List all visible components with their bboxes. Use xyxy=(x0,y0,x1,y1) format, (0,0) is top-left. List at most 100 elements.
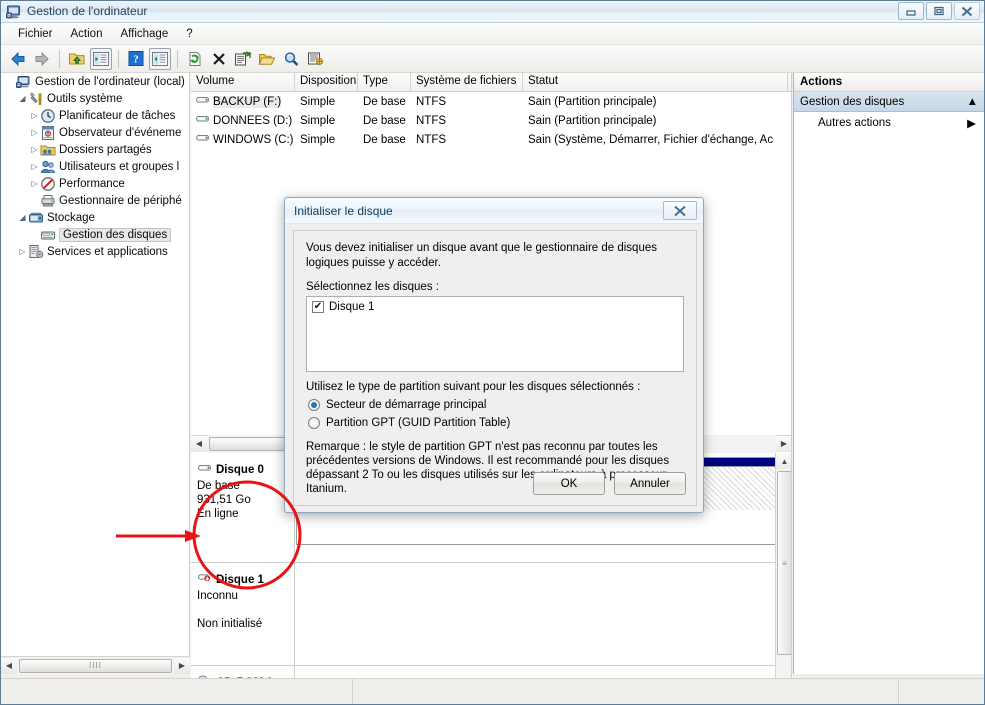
scroll-left-arrow[interactable]: ◀ xyxy=(191,435,207,452)
dialog-select-label: Sélectionnez les disques : xyxy=(306,281,439,293)
minimize-button[interactable] xyxy=(898,2,924,20)
show-action-pane-icon[interactable] xyxy=(149,47,171,70)
disk-info[interactable]: Disque 1 Inconnu Non initialisé xyxy=(191,563,295,665)
disk-info[interactable]: Disque 0 De base 931,51 Go En ligne xyxy=(191,453,295,562)
menu-action[interactable]: Action xyxy=(62,26,112,42)
actions-item-autres-actions[interactable]: Autres actions ▶ xyxy=(794,112,984,134)
tree-item-gestion-de-l-ordinateur-local[interactable]: Gestion de l'ordinateur (local) xyxy=(1,73,189,90)
forward-arrow-icon[interactable] xyxy=(31,48,53,70)
refresh-icon[interactable] xyxy=(184,48,206,70)
dialog-close-button[interactable] xyxy=(663,201,697,220)
actions-group-label: Gestion des disques xyxy=(800,95,905,108)
help-icon[interactable]: ? xyxy=(125,48,147,70)
volume-status: Sain (Système, Démarrer, Fichier d'échan… xyxy=(528,133,774,146)
volume-column-header[interactable]: Statut xyxy=(523,73,788,92)
disk-row[interactable]: Disque 1 Inconnu Non initialisé xyxy=(191,563,775,666)
tree-item-label: Planificateur de tâches xyxy=(59,109,176,122)
initialize-disk-dialog[interactable]: Initialiser le disque Vous devez initial… xyxy=(284,197,704,513)
actions-group-disk-management[interactable]: Gestion des disques ▲ xyxy=(794,92,984,112)
volume-disposition: Simple xyxy=(300,133,336,146)
tree-item-services-et-applications[interactable]: ▷ Services et applications xyxy=(1,243,189,260)
disk-checkbox[interactable]: ✔ xyxy=(312,301,324,313)
volume-column-header[interactable]: Type xyxy=(358,73,411,92)
scroll-right-arrow[interactable]: ▶ xyxy=(174,657,190,674)
volume-row[interactable]: BACKUP (F:) Simple De base NTFS Sain (Pa… xyxy=(191,92,791,111)
tree-item-dossiers-partag-s[interactable]: ▷ Dossiers partagés xyxy=(1,141,189,158)
tree-item-utilisateurs-et-groupes-l[interactable]: ▷ Utilisateurs et groupes l xyxy=(1,158,189,175)
scroll-track[interactable]: IIII xyxy=(17,656,174,675)
twisty-collapsed-icon[interactable]: ▷ xyxy=(17,243,28,260)
window-controls xyxy=(898,2,980,20)
disk-line-2: 931,51 Go xyxy=(197,494,251,506)
properties-icon[interactable] xyxy=(232,48,254,70)
partition-area[interactable] xyxy=(296,666,775,678)
twisty-collapsed-icon[interactable]: ▷ xyxy=(29,141,40,158)
tree-item-gestionnaire-de-p-riph[interactable]: Gestionnaire de périphé xyxy=(1,192,189,209)
cancel-button[interactable]: Annuler xyxy=(614,472,686,495)
radio-mbr[interactable]: Secteur de démarrage principal xyxy=(308,396,684,414)
volume-column-header[interactable]: Système de fichiers xyxy=(411,73,523,92)
tree-item-outils-syst-me[interactable]: ◢ Outils système xyxy=(1,90,189,107)
scroll-right-arrow[interactable]: ▶ xyxy=(776,435,791,452)
volume-column-header[interactable]: Disposition xyxy=(295,73,358,92)
show-hide-tree-icon[interactable] xyxy=(90,47,112,70)
scroll-thumb[interactable] xyxy=(209,436,291,451)
volume-row[interactable]: WINDOWS (C:) Simple De base NTFS Sain (S… xyxy=(191,130,791,149)
scroll-thumb[interactable]: ≡ xyxy=(777,471,791,655)
graph-vertical-scrollbar[interactable]: ▲ ≡ ▼ xyxy=(775,453,791,678)
tree-item-performance[interactable]: ▷ Performance xyxy=(1,175,189,192)
rescan-disks-icon[interactable] xyxy=(280,48,302,70)
twisty-collapsed-icon[interactable]: ▷ xyxy=(29,175,40,192)
partition-area[interactable] xyxy=(296,563,775,665)
tree-item-label: Gestion de l'ordinateur (local) xyxy=(35,75,185,88)
chevron-up-icon[interactable]: ▲ xyxy=(967,96,978,108)
volume-column-header[interactable]: Volume xyxy=(191,73,295,92)
disk-name: Disque 1 xyxy=(216,573,264,586)
ok-button[interactable]: OK xyxy=(533,472,605,495)
up-folder-icon[interactable] xyxy=(66,48,88,70)
chevron-right-icon[interactable]: ▶ xyxy=(967,116,984,130)
radio-mbr-button[interactable] xyxy=(308,399,320,411)
menu-aide[interactable]: ? xyxy=(177,26,201,42)
tree-item-stockage[interactable]: ◢ Stockage xyxy=(1,209,189,226)
volume-row[interactable]: DONNEES (D:) Simple De base NTFS Sain (P… xyxy=(191,111,791,130)
tree-horizontal-scrollbar[interactable]: ◀ IIII ▶ xyxy=(1,656,190,675)
tree-item-observateur-d-v-neme[interactable]: ▷ Observateur d'événeme xyxy=(1,124,189,141)
tree-item-planificateur-de-t-ches[interactable]: ▷ Planificateur de tâches xyxy=(1,107,189,124)
volume-list-rows[interactable]: BACKUP (F:) Simple De base NTFS Sain (Pa… xyxy=(191,92,791,149)
volume-name: BACKUP (F:) xyxy=(213,95,282,108)
scroll-left-arrow[interactable]: ◀ xyxy=(1,657,17,674)
tree-item-gestion-des-disques[interactable]: Gestion des disques xyxy=(1,226,189,243)
menu-fichier[interactable]: Fichier xyxy=(9,26,62,42)
create-vhd-icon[interactable] xyxy=(304,48,326,70)
radio-gpt-button[interactable] xyxy=(308,417,320,429)
disk-info[interactable]: CD-ROM 0 DVD (E:) Aucun média xyxy=(191,666,295,678)
computer-management-window: Gestion de l'ordinateur Fichier Action A… xyxy=(0,0,985,705)
twisty-expanded-icon[interactable]: ◢ xyxy=(17,209,28,226)
twisty-collapsed-icon[interactable]: ▷ xyxy=(29,158,40,175)
task-scheduler-icon xyxy=(40,108,56,124)
open-folder-icon[interactable] xyxy=(256,48,278,70)
scroll-thumb[interactable]: IIII xyxy=(19,658,172,673)
radio-gpt[interactable]: Partition GPT (GUID Partition Table) xyxy=(308,414,684,432)
hard-disk-icon xyxy=(197,461,213,478)
twisty-collapsed-icon[interactable]: ▷ xyxy=(29,124,40,141)
disk-row[interactable]: CD-ROM 0 DVD (E:) Aucun média xyxy=(191,666,775,678)
close-button[interactable] xyxy=(954,2,980,20)
volume-type: De base xyxy=(363,95,406,108)
back-arrow-icon[interactable] xyxy=(7,48,29,70)
disk-selection-listbox[interactable]: ✔ Disque 1 xyxy=(306,296,684,372)
twisty-collapsed-icon[interactable]: ▷ xyxy=(29,107,40,124)
twisty-expanded-icon[interactable]: ◢ xyxy=(17,90,28,107)
disk-checkbox-row[interactable]: ✔ Disque 1 xyxy=(312,301,678,313)
status-segment-2 xyxy=(353,679,899,704)
restore-button[interactable] xyxy=(926,2,952,20)
volume-filesystem: NTFS xyxy=(416,133,447,146)
menu-affichage[interactable]: Affichage xyxy=(111,26,177,42)
scroll-up-arrow[interactable]: ▲ xyxy=(776,453,791,469)
window-title: Gestion de l'ordinateur xyxy=(27,4,148,18)
volume-filesystem: NTFS xyxy=(416,95,447,108)
delete-icon[interactable] xyxy=(208,48,230,70)
navigation-tree[interactable]: Gestion de l'ordinateur (local) ◢ Outils … xyxy=(1,73,190,656)
twisty-none xyxy=(29,192,40,209)
